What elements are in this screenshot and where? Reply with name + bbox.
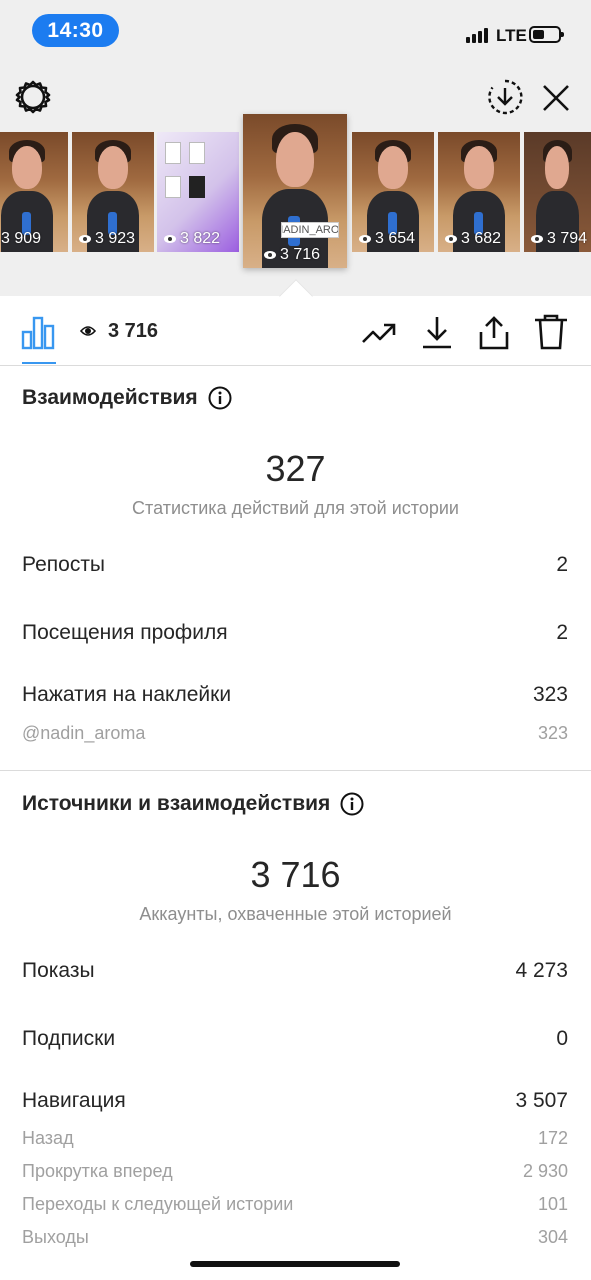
download-circle-icon[interactable]	[486, 78, 524, 116]
info-icon[interactable]	[208, 386, 232, 410]
mention-sticker: @NADIN_AROMA	[281, 222, 339, 238]
metric-value: 2	[556, 553, 568, 576]
thumbnail-views: 3 716	[280, 246, 321, 263]
interactions-section-title: Взаимодействия	[22, 386, 232, 410]
discovery-title-text: Источники и взаимодействия	[22, 792, 331, 815]
thumbnail-views: 3 794	[547, 230, 588, 247]
trend-icon[interactable]	[360, 314, 398, 350]
metric-sub-label: Прокрутка вперед	[22, 1161, 173, 1181]
thumbnail-views: 3 682	[461, 230, 502, 247]
metric-sub-label: @nadin_aroma	[22, 723, 146, 743]
metric-row: Подписки 0	[22, 1027, 568, 1051]
section-divider	[0, 770, 591, 771]
metric-row: Показы 4 273	[22, 959, 568, 983]
metric-sub-row: Назад 172	[22, 1128, 568, 1149]
active-tab-indicator	[22, 362, 56, 364]
metric-label: Посещения профиля	[22, 621, 228, 644]
status-time: 14:30	[32, 14, 119, 47]
eye-icon	[531, 235, 543, 243]
info-icon[interactable]	[340, 792, 364, 816]
metric-sub-value: 304	[537, 1227, 568, 1247]
story-thumbnail[interactable]: 3 909	[0, 132, 68, 252]
metric-value: 0	[556, 1027, 568, 1050]
metric-label: Нажатия на наклейки	[22, 683, 232, 706]
discovery-subtitle: Аккаунты, охваченные этой историей	[139, 904, 452, 924]
home-indicator[interactable]	[190, 1261, 400, 1267]
metric-value: 323	[532, 683, 568, 706]
thumbnail-views: 3 822	[180, 230, 221, 247]
metric-label: Подписки	[22, 1027, 116, 1050]
interactions-title-text: Взаимодействия	[22, 386, 198, 409]
eye-icon	[445, 235, 457, 243]
metric-value: 4 273	[515, 959, 568, 982]
interactions-total: 327	[265, 448, 326, 489]
close-icon[interactable]	[540, 82, 572, 114]
metric-sub-value: 2 930	[522, 1161, 568, 1181]
story-thumbnail[interactable]: 3 822	[157, 132, 239, 252]
story-thumbnail[interactable]: 3 794	[524, 132, 591, 252]
discovery-section-title: Источники и взаимодействия	[22, 792, 364, 816]
metric-sub-value: 323	[537, 723, 568, 743]
eye-icon	[164, 235, 176, 243]
metric-row: Посещения профиля 2	[22, 621, 568, 645]
metric-sub-value: 172	[537, 1128, 568, 1148]
eye-icon	[79, 235, 91, 243]
metric-sub-row: Выходы 304	[22, 1227, 568, 1248]
story-view-count: 3 716	[108, 320, 159, 342]
trash-icon[interactable]	[532, 314, 570, 350]
eye-icon	[80, 326, 96, 336]
story-thumbnail-active[interactable]: @NADIN_AROMA 3 716	[243, 114, 347, 268]
discovery-total: 3 716	[250, 854, 341, 895]
signal-icon	[466, 27, 488, 43]
metric-row: Навигация 3 507	[22, 1089, 568, 1113]
story-thumbnail[interactable]: 3 682	[438, 132, 520, 252]
metric-row: Репосты 2	[22, 553, 568, 577]
story-thumbnail[interactable]: 3 923	[72, 132, 154, 252]
metric-sub-label: Выходы	[22, 1227, 89, 1247]
metric-sub-label: Переходы к следующей истории	[22, 1194, 294, 1214]
bar-chart-icon[interactable]	[20, 314, 56, 350]
story-thumbnails: 3 909 3 923 3 822 @NADIN_AROMA 3 716	[0, 114, 591, 300]
gear-icon[interactable]	[14, 78, 52, 116]
metric-sub-row: Переходы к следующей истории 101	[22, 1194, 568, 1215]
metric-label: Репосты	[22, 553, 106, 576]
metric-label: Показы	[22, 959, 95, 982]
metric-value: 3 507	[515, 1089, 568, 1112]
interactions-subtitle: Статистика действий для этой истории	[132, 498, 459, 518]
metric-value: 2	[556, 621, 568, 644]
story-thumbnail[interactable]: 3 654	[352, 132, 434, 252]
metric-row: Нажатия на наклейки 323	[22, 683, 568, 707]
eye-icon	[264, 251, 276, 259]
metric-sub-row: @nadin_aroma 323	[22, 723, 568, 744]
metric-sub-label: Назад	[22, 1128, 74, 1148]
thumbnail-views: 3 923	[95, 230, 136, 247]
download-icon[interactable]	[418, 314, 456, 350]
network-label: LTE	[496, 26, 527, 45]
metric-sub-row: Прокрутка вперед 2 930	[22, 1161, 568, 1182]
metric-sub-value: 101	[537, 1194, 568, 1214]
thumbnail-views: 3 909	[1, 230, 42, 247]
eye-icon	[359, 235, 371, 243]
battery-icon	[529, 26, 564, 43]
thumbnail-views: 3 654	[375, 230, 416, 247]
metric-label: Навигация	[22, 1089, 126, 1112]
share-icon[interactable]	[475, 314, 513, 350]
status-bar: 14:30 LTE	[0, 0, 591, 62]
